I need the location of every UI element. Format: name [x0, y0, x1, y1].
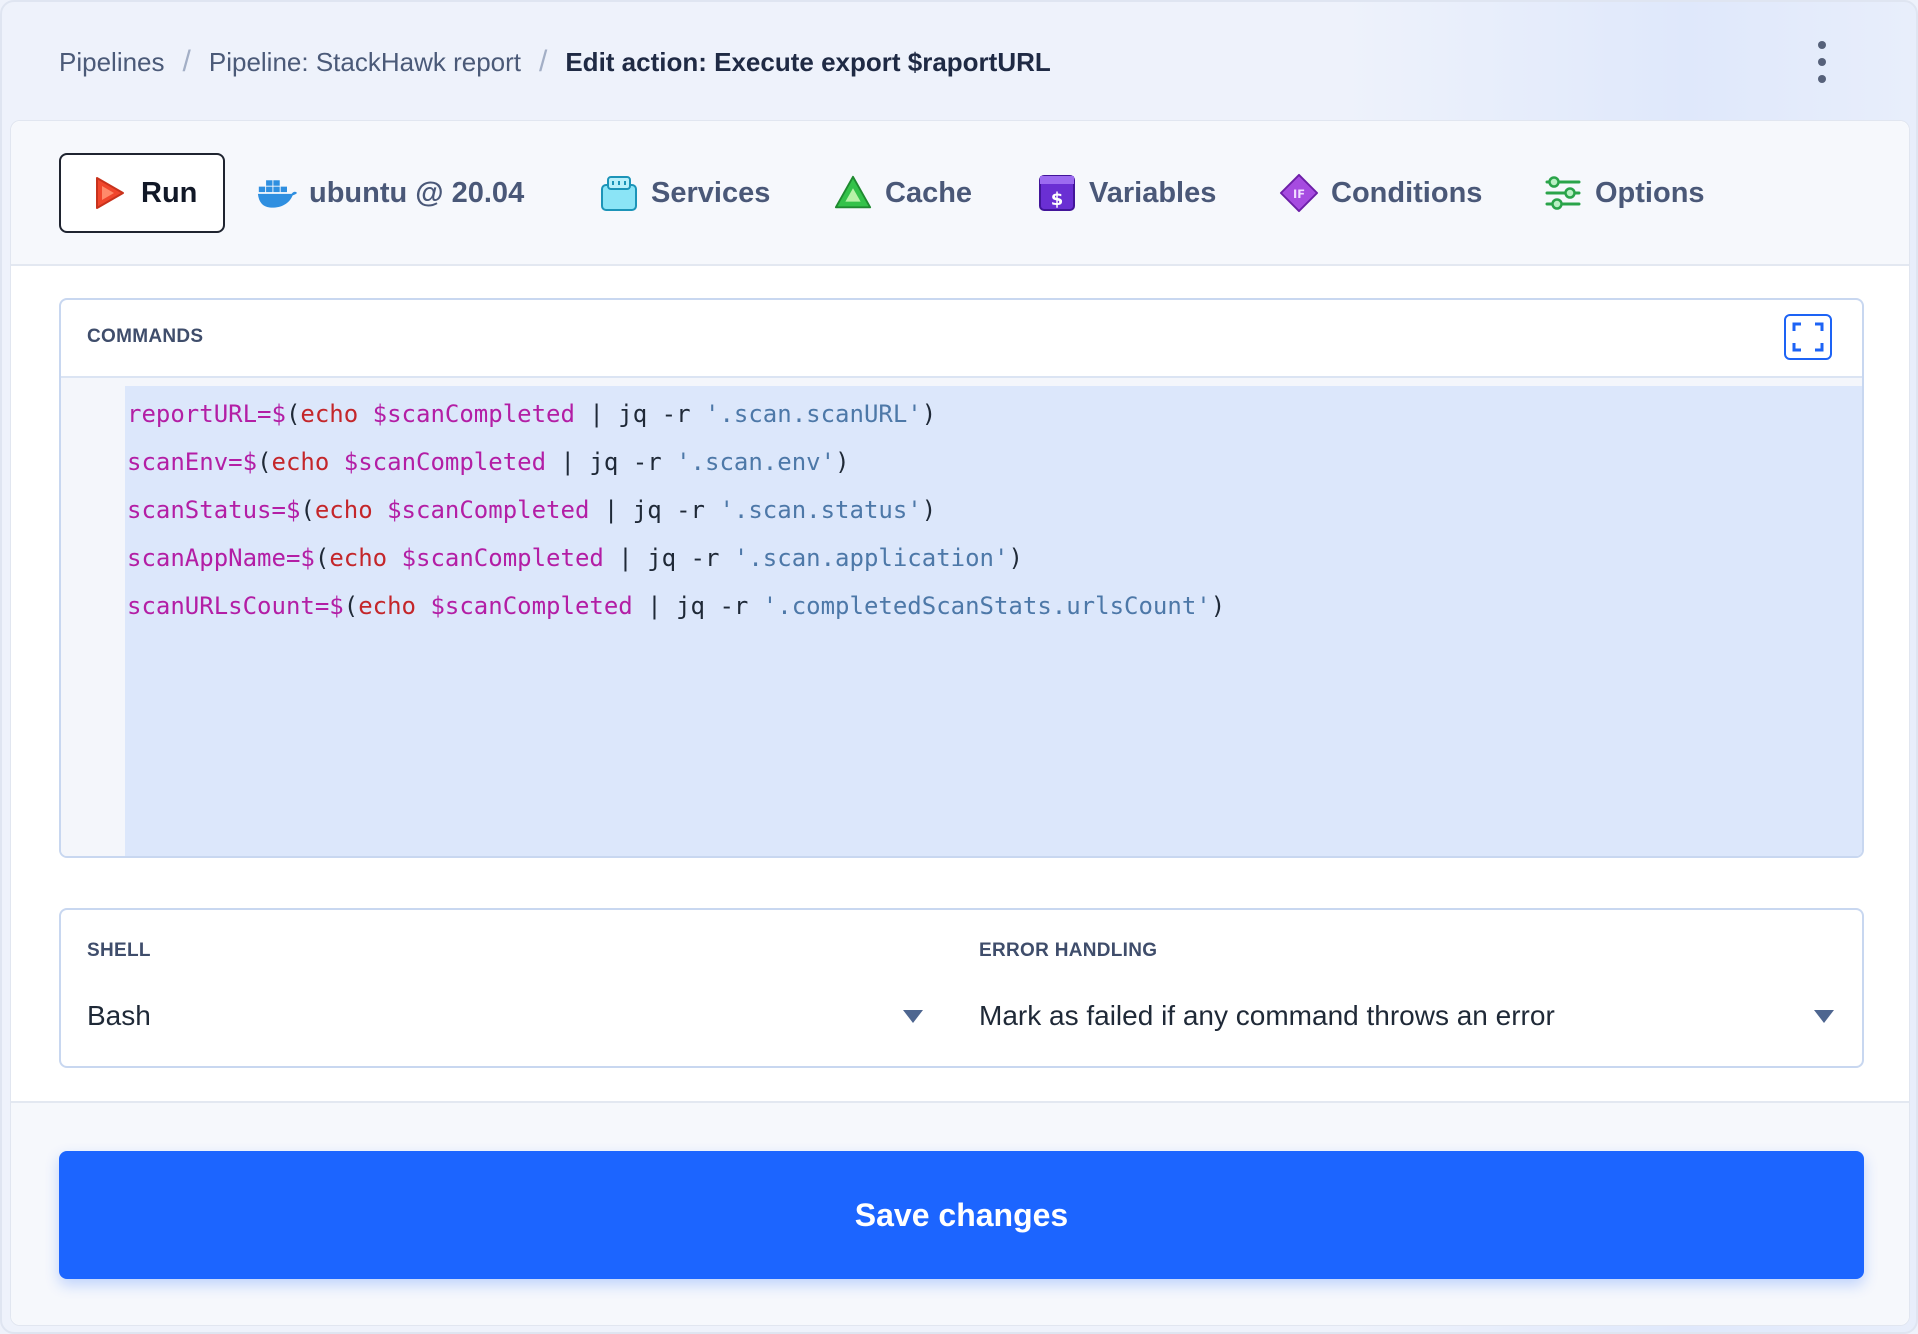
- code-line[interactable]: scanStatus=$(echo $scanCompleted | jq -r…: [127, 490, 936, 530]
- edit-action-window: Pipelines / Pipeline: StackHawk report /…: [0, 0, 1918, 1334]
- code-var: scanEnv: [127, 448, 229, 476]
- code-command: echo: [329, 544, 388, 572]
- code-command: echo: [358, 592, 416, 620]
- tab-services[interactable]: Services: [599, 153, 770, 233]
- code-line[interactable]: reportURL=$(echo $scanCompleted | jq -r …: [127, 394, 936, 434]
- code-var: reportURL: [127, 400, 258, 428]
- code-paren: (: [314, 544, 330, 572]
- triangle-cache-icon: [833, 173, 873, 213]
- code-operator: =$: [314, 592, 344, 620]
- code-paren: ): [1008, 544, 1023, 572]
- shell-select[interactable]: Bash: [87, 996, 923, 1036]
- code-argument: $scanCompleted: [430, 592, 633, 620]
- tab-image-label: ubuntu @ 20.04: [309, 176, 525, 209]
- tab-options[interactable]: Options: [1543, 153, 1705, 233]
- code-string: '.scan.status': [719, 496, 922, 524]
- code-argument: $scanCompleted: [387, 496, 590, 524]
- code-var: scanStatus: [127, 496, 272, 524]
- container-box-icon: [599, 173, 639, 213]
- tab-variables[interactable]: $ Variables: [1037, 153, 1216, 233]
- if-diamond-icon: IF: [1279, 173, 1319, 213]
- code-editor-body[interactable]: reportURL=$(echo $scanCompleted | jq -r …: [125, 386, 1862, 856]
- tab-variables-label: Variables: [1089, 176, 1217, 209]
- tab-cache[interactable]: Cache: [833, 153, 972, 233]
- code-operator: =$: [271, 496, 301, 524]
- shell-value: Bash: [87, 1000, 151, 1031]
- breadcrumb-separator: /: [182, 45, 191, 78]
- tab-services-label: Services: [651, 176, 771, 209]
- code-paren: (: [300, 496, 315, 524]
- tab-options-label: Options: [1595, 176, 1705, 209]
- code-line[interactable]: scanURLsCount=$(echo $scanCompleted | jq…: [127, 586, 1225, 626]
- fullscreen-icon[interactable]: [1784, 314, 1832, 360]
- code-pipe: | jq -r: [603, 544, 734, 572]
- shell-label: SHELL: [87, 940, 151, 961]
- code-pipe: | jq -r: [546, 448, 677, 476]
- code-command: echo: [300, 400, 359, 428]
- commands-panel: COMMANDS reportURL=$(echo $scanCompleted…: [59, 298, 1864, 858]
- code-paren: ): [1210, 592, 1226, 620]
- docker-whale-icon: [257, 173, 297, 213]
- code-line[interactable]: scanAppName=$(echo $scanCompleted | jq -…: [127, 538, 1023, 578]
- breadcrumb-pipelines[interactable]: Pipelines: [59, 47, 165, 78]
- play-icon: [89, 173, 129, 213]
- commands-label: COMMANDS: [87, 326, 204, 347]
- code-string: '.scan.application': [733, 544, 1009, 572]
- code-pipe: | jq -r: [589, 496, 720, 524]
- error-handling-label: ERROR HANDLING: [979, 940, 1158, 961]
- code-string: '.scan.scanURL': [705, 400, 922, 428]
- sliders-icon: [1543, 173, 1583, 213]
- code-paren: ): [921, 496, 937, 524]
- code-operator: =$: [228, 448, 258, 476]
- action-editor-card: Run ubuntu @ 20.04 Services Cache $ Vari…: [10, 120, 1910, 1326]
- tab-cache-label: Cache: [885, 176, 973, 209]
- code-operator: =$: [285, 544, 315, 572]
- code-editor[interactable]: reportURL=$(echo $scanCompleted | jq -r …: [61, 378, 1862, 856]
- svg-text:$: $: [1051, 189, 1064, 210]
- code-paren: ): [921, 400, 937, 428]
- tab-image[interactable]: ubuntu @ 20.04: [257, 153, 524, 233]
- code-var: scanAppName: [127, 544, 286, 572]
- code-paren: (: [257, 448, 272, 476]
- tab-conditions[interactable]: IF Conditions: [1279, 153, 1482, 233]
- svg-text:IF: IF: [1293, 187, 1305, 201]
- code-command: echo: [271, 448, 330, 476]
- tab-run-label: Run: [141, 176, 198, 209]
- code-string: '.completedScanStats.urlsCount': [762, 592, 1211, 620]
- code-argument: $scanCompleted: [372, 400, 575, 428]
- action-tabs: Run ubuntu @ 20.04 Services Cache $ Vari…: [11, 121, 1909, 266]
- shell-field: SHELL Bash: [61, 910, 953, 1066]
- code-operator: =$: [257, 400, 286, 428]
- code-string: '.scan.env': [676, 448, 836, 476]
- breadcrumb-separator: /: [539, 45, 548, 78]
- code-argument: $scanCompleted: [401, 544, 604, 572]
- dollar-badge-icon: $: [1037, 173, 1077, 213]
- code-line[interactable]: scanEnv=$(echo $scanCompleted | jq -r '.…: [127, 442, 850, 482]
- code-paren: (: [343, 592, 359, 620]
- chevron-down-icon: [1814, 1009, 1834, 1023]
- more-menu-icon[interactable]: [1808, 36, 1836, 88]
- code-command: echo: [314, 496, 373, 524]
- code-argument: $scanCompleted: [343, 448, 547, 476]
- error-handling-value: Mark as failed if any command throws an …: [979, 1000, 1555, 1031]
- breadcrumb: Pipelines / Pipeline: StackHawk report /…: [59, 44, 1051, 80]
- code-pipe: | jq -r: [574, 400, 705, 428]
- tab-conditions-label: Conditions: [1331, 176, 1483, 209]
- code-paren: ): [835, 448, 850, 476]
- code-paren: (: [285, 400, 301, 428]
- code-var: scanURLsCount: [127, 592, 315, 620]
- code-pipe: | jq -r: [632, 592, 763, 620]
- error-handling-field: ERROR HANDLING Mark as failed if any com…: [953, 910, 1864, 1066]
- shell-settings: SHELL Bash ERROR HANDLING Mark as failed…: [59, 908, 1864, 1068]
- breadcrumb-pipeline[interactable]: Pipeline: StackHawk report: [209, 47, 521, 78]
- error-handling-select[interactable]: Mark as failed if any command throws an …: [979, 996, 1834, 1036]
- chevron-down-icon: [903, 1009, 923, 1023]
- header: Pipelines / Pipeline: StackHawk report /…: [2, 2, 1916, 120]
- save-changes-button[interactable]: Save changes: [59, 1151, 1864, 1279]
- page-title: Edit action: Execute export $raportURL: [565, 46, 1051, 77]
- tab-run[interactable]: Run: [59, 153, 226, 233]
